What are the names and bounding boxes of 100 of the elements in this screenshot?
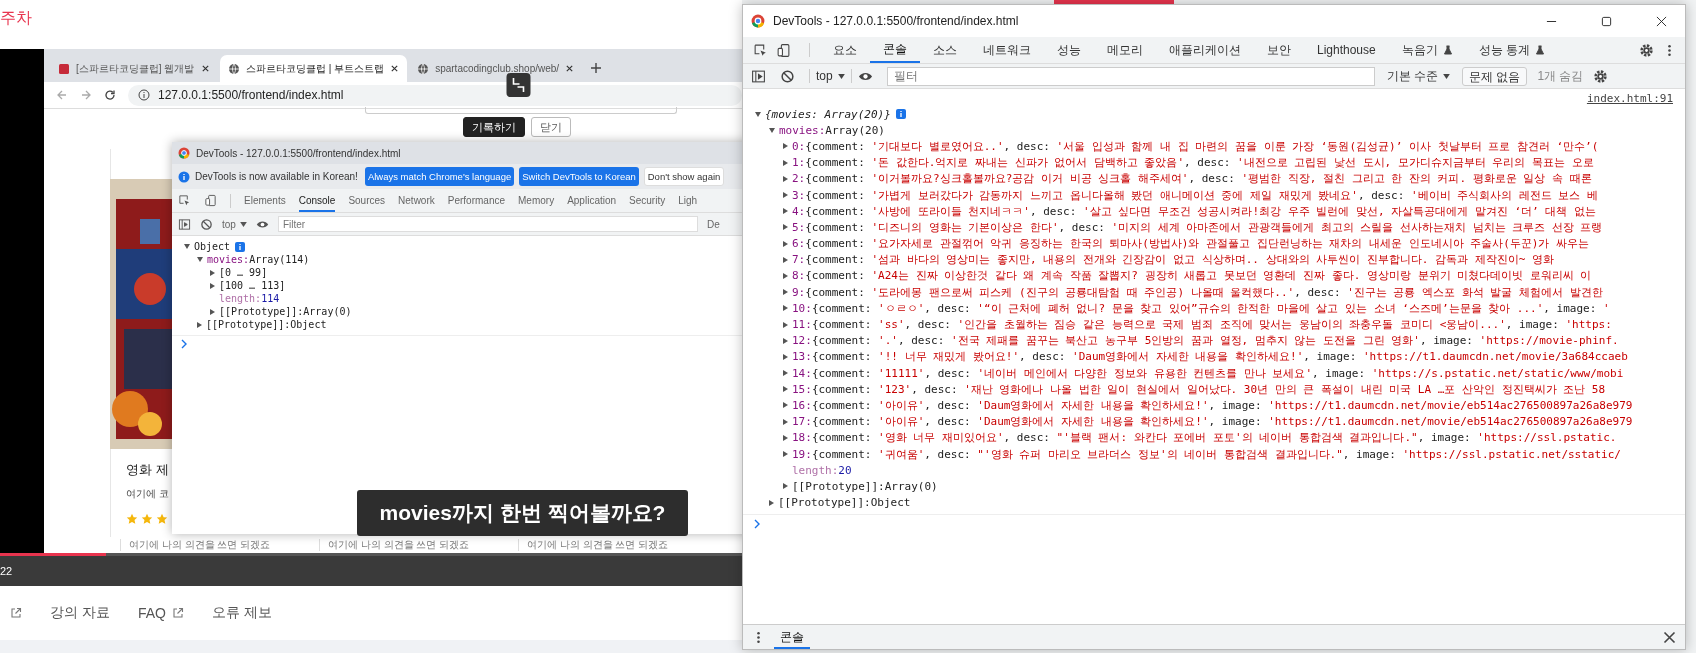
browser-tab[interactable]: 스파르타코딩클럽 | 부트스트랩: [220, 55, 408, 82]
filter-field[interactable]: Filter: [277, 216, 698, 232]
expand-arrow-icon[interactable]: [783, 418, 788, 425]
levels-dropdown[interactable]: De: [706, 218, 720, 230]
inspect-icon[interactable]: [753, 42, 768, 58]
close-icon[interactable]: [1656, 15, 1667, 27]
expand-arrow-icon[interactable]: [783, 192, 788, 199]
video-progress-track[interactable]: [0, 553, 742, 556]
tree-entry: 13:{comment: '!! 너무 재밌게 봤어요!', desc: 'Daum영화에서 자세한 내용을 확인하세요!', image: 'https://t1.daumcdn.net/movie/3a684ccaeb: [792, 349, 1628, 365]
maximize-icon[interactable]: [1601, 15, 1612, 27]
minimize-screen-icon[interactable]: [506, 73, 531, 97]
expand-arrow-icon[interactable]: [769, 127, 775, 133]
devtools-tab[interactable]: 성능 통계: [1465, 37, 1559, 63]
page-button[interactable]: 닫기: [531, 117, 571, 137]
new-tab-icon[interactable]: [590, 62, 603, 74]
close-icon[interactable]: [565, 64, 575, 73]
reload-icon[interactable]: [104, 89, 116, 101]
devtools-tab[interactable]: 보안: [1254, 37, 1304, 63]
footer-link[interactable]: FAQ: [137, 605, 184, 621]
devtools-tab[interactable]: Console: [298, 189, 336, 212]
notice-button[interactable]: Don't show again: [643, 167, 725, 186]
browser-tab[interactable]: [스파르타코딩클럽] 웹개발: [50, 55, 218, 82]
devtools-tab[interactable]: Lighthouse: [1304, 37, 1389, 63]
expand-arrow-icon[interactable]: [783, 402, 788, 409]
expand-arrow-icon[interactable]: [783, 386, 788, 393]
footer-link[interactable]: 오류 제보: [211, 604, 272, 622]
tree-entry: 19:{comment: '귀여움', desc: "'영화 슈퍼 마리오 브라더스 정보'의 네이버 통합검색 결과입니다.", image: 'https://ssl.pstatic.net/sstatic/: [792, 446, 1621, 462]
expand-arrow-icon[interactable]: [783, 370, 788, 377]
devtools-tab[interactable]: Security: [629, 189, 666, 212]
tree-entry: [[Prototype]]:Array(0): [792, 479, 938, 493]
expand-arrow-icon[interactable]: [783, 353, 788, 360]
close-icon[interactable]: [201, 64, 210, 73]
tree-entry: [[Prototype]]:Array(0): [219, 306, 352, 317]
expand-arrow-icon[interactable]: [783, 434, 788, 441]
expand-arrow-icon[interactable]: [783, 451, 788, 458]
tree-entry: 14:{comment: '11111', desc: '네이버 메인에서 다양한 정보와 유용한 컨텐츠를 만나 보세요', image: 'https://s.pstatic.net/static/www/mobi: [792, 365, 1624, 381]
source-link[interactable]: index.html:91: [1586, 92, 1673, 106]
clear-icon[interactable]: [780, 68, 795, 84]
settings-icon[interactable]: [1639, 42, 1654, 58]
devtools-tab[interactable]: 요소: [820, 37, 870, 63]
info-icon[interactable]: [895, 109, 906, 120]
page-button[interactable]: 기록하기: [463, 117, 525, 137]
drawer-tab[interactable]: 콘솔: [774, 625, 810, 649]
close-icon[interactable]: [1662, 629, 1677, 645]
devtools-tab[interactable]: Network: [398, 189, 435, 212]
devtools-tab[interactable]: Elements: [244, 189, 286, 212]
footer-link[interactable]: 강의 자료: [50, 604, 110, 622]
expand-arrow-icon[interactable]: [783, 272, 788, 279]
window-title: DevTools - 127.0.0.1:5500/frontend/index.html: [196, 147, 401, 159]
devtools-tab[interactable]: 메모리: [1094, 37, 1156, 63]
expand-arrow-icon[interactable]: [783, 483, 788, 490]
notice-button[interactable]: Switch DevTools to Korean: [519, 167, 639, 186]
expand-arrow-icon[interactable]: [783, 143, 788, 150]
devtools-tab[interactable]: Memory: [518, 189, 555, 212]
expand-arrow-icon[interactable]: [783, 159, 788, 166]
devtools-tab[interactable]: 성능: [1044, 37, 1094, 63]
devtools-tab[interactable]: Application: [567, 189, 617, 212]
devtools-tab[interactable]: 녹음기: [1388, 37, 1466, 63]
tree-entry: 12:{comment: '.', desc: '전국 제패를 꿈꾸는 북산고 농구부 5인방의 꿈과 열정, 멈추지 않는 도전을 그린 영화', image: 'https://movie-phinf.: [792, 333, 1619, 349]
expand-arrow-icon[interactable]: [783, 305, 788, 312]
issues-button[interactable]: 문제 없음: [1462, 66, 1528, 86]
devtools-tab[interactable]: Performance: [447, 189, 505, 212]
levels-dropdown[interactable]: 기본 수준: [1386, 67, 1451, 85]
expand-arrow-icon[interactable]: [783, 208, 788, 215]
expand-arrow-icon[interactable]: [210, 269, 215, 276]
expand-arrow-icon[interactable]: [783, 289, 788, 296]
external-link-icon[interactable]: [10, 607, 22, 619]
expand-arrow-icon[interactable]: [197, 257, 203, 262]
filter-field[interactable]: 필터: [886, 66, 1375, 86]
clear-icon[interactable]: [200, 217, 213, 231]
expand-arrow-icon[interactable]: [184, 244, 190, 249]
expand-arrow-icon[interactable]: [783, 224, 788, 231]
expand-arrow-icon[interactable]: [783, 321, 788, 328]
sidebar-icon[interactable]: [751, 68, 766, 84]
expand-arrow-icon[interactable]: [755, 111, 761, 117]
address-bar[interactable]: 127.0.0.1:5500/frontend/index.html: [128, 84, 742, 106]
close-icon[interactable]: [390, 64, 400, 73]
context-dropdown[interactable]: top: [222, 218, 247, 230]
expand-arrow-icon[interactable]: [769, 499, 774, 506]
expand-arrow-icon[interactable]: [783, 256, 788, 263]
expand-arrow-icon[interactable]: [210, 282, 215, 289]
devtools-tab[interactable]: 소스: [920, 37, 970, 63]
context-dropdown[interactable]: top: [816, 69, 845, 83]
expand-arrow-icon[interactable]: [783, 337, 788, 344]
sidebar-icon[interactable]: [178, 217, 191, 231]
notice-button[interactable]: Always match Chrome's language: [364, 167, 515, 186]
info-icon[interactable]: [235, 241, 246, 252]
devtools-tab[interactable]: Sources: [348, 189, 386, 212]
expand-arrow-icon[interactable]: [783, 175, 788, 182]
devtools-tab[interactable]: Ligh: [678, 189, 698, 212]
globe-icon: [417, 62, 430, 75]
expand-arrow-icon[interactable]: [210, 308, 215, 315]
inspect-icon[interactable]: [178, 194, 191, 207]
expand-arrow-icon[interactable]: [197, 321, 202, 328]
devtools-tab[interactable]: 네트워크: [970, 37, 1044, 63]
devtools-tab[interactable]: 애플리케이션: [1156, 37, 1254, 63]
expand-arrow-icon[interactable]: [783, 240, 788, 247]
device-icon[interactable]: [776, 42, 791, 58]
settings-icon[interactable]: [1593, 68, 1609, 84]
device-icon[interactable]: [204, 194, 217, 207]
